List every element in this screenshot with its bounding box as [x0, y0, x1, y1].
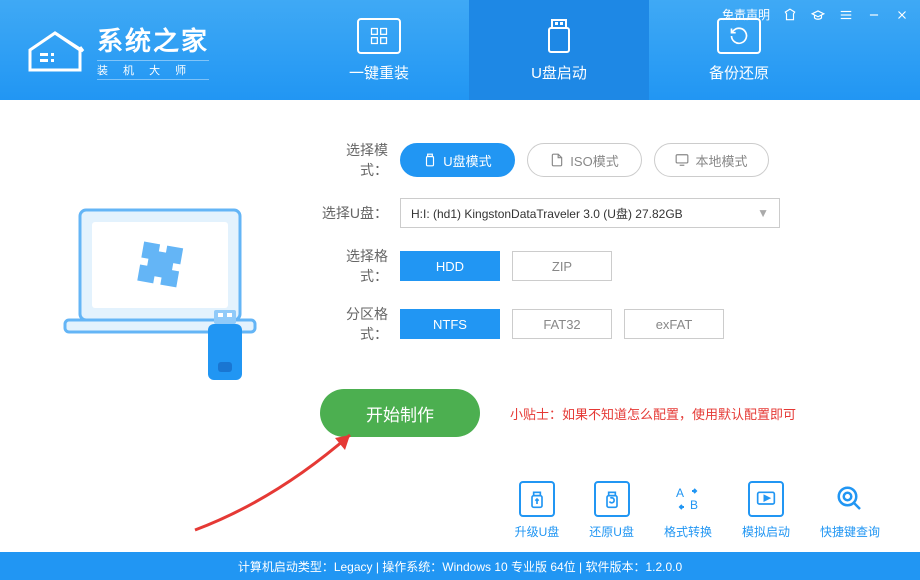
tab-label: U盘启动: [531, 62, 587, 83]
tool-label: 模拟启动: [742, 523, 790, 540]
main-content: 选择模式： U盘模式 ISO模式 本地模式 选择U盘： H:I:: [0, 100, 920, 447]
mode-label-text: ISO模式: [570, 151, 618, 170]
mode-label-text: 本地模式: [695, 151, 747, 170]
tool-label: 快捷键查询: [820, 523, 880, 540]
bottom-tools: 升级U盘 还原U盘 AB 格式转换 模拟启动 快捷键查询: [515, 481, 880, 540]
mode-local-button[interactable]: 本地模式: [654, 143, 769, 177]
tool-label: 格式转换: [664, 523, 712, 540]
search-icon: [832, 481, 868, 517]
tool-restore-usb[interactable]: 还原U盘: [589, 481, 634, 540]
logo: 系统之家 装 机 大 师: [25, 21, 209, 80]
minimize-icon[interactable]: [866, 7, 882, 23]
tool-upgrade-usb[interactable]: 升级U盘: [515, 481, 560, 540]
monitor-icon: [675, 153, 689, 167]
mode-iso-button[interactable]: ISO模式: [527, 143, 642, 177]
logo-title: 系统之家: [97, 21, 209, 58]
format-row: 选择格式： HDD ZIP: [320, 246, 860, 286]
action-row: 开始制作 小贴士：如果不知道怎么配置，使用默认配置即可: [320, 389, 860, 437]
logo-subtitle: 装 机 大 师: [97, 60, 209, 80]
window-controls: 免责声明: [722, 6, 910, 23]
usb-icon: [423, 153, 437, 167]
file-icon: [550, 153, 564, 167]
monitor-icon: [357, 18, 401, 54]
usb-select[interactable]: H:I: (hd1) KingstonDataTraveler 3.0 (U盘)…: [400, 198, 780, 228]
tab-label: 一键重装: [349, 62, 409, 83]
usb-drive-icon: [537, 18, 581, 54]
usb-label: 选择U盘：: [320, 203, 400, 223]
arrow-annotation: [175, 420, 375, 540]
convert-icon: AB: [670, 481, 706, 517]
partition-fat32-button[interactable]: FAT32: [512, 309, 612, 339]
partition-exfat-button[interactable]: exFAT: [624, 309, 724, 339]
menu-icon[interactable]: [838, 7, 854, 23]
usb-restore-icon: [594, 481, 630, 517]
logo-icon: [25, 25, 85, 75]
start-button[interactable]: 开始制作: [320, 389, 480, 437]
format-hdd-button[interactable]: HDD: [400, 251, 500, 281]
format-zip-button[interactable]: ZIP: [512, 251, 612, 281]
partition-row: 分区格式： NTFS FAT32 exFAT: [320, 304, 860, 344]
mode-label: 选择模式：: [320, 140, 400, 180]
tool-format-convert[interactable]: AB 格式转换: [664, 481, 712, 540]
tool-simulate-boot[interactable]: 模拟启动: [742, 481, 790, 540]
chevron-down-icon: ▼: [757, 206, 769, 220]
tool-label: 还原U盘: [589, 523, 634, 540]
tool-hotkey-lookup[interactable]: 快捷键查询: [820, 481, 880, 540]
laptop-usb-illustration: [60, 190, 270, 390]
form-area: 选择模式： U盘模式 ISO模式 本地模式 选择U盘： H:I:: [320, 140, 860, 437]
skin-icon[interactable]: [782, 7, 798, 23]
tip-text: 小贴士：如果不知道怎么配置，使用默认配置即可: [510, 404, 796, 423]
hat-icon[interactable]: [810, 7, 826, 23]
partition-label: 分区格式：: [320, 304, 400, 344]
usb-select-row: 选择U盘： H:I: (hd1) KingstonDataTraveler 3.…: [320, 198, 860, 228]
tab-reinstall[interactable]: 一键重装: [289, 0, 469, 100]
mode-row: 选择模式： U盘模式 ISO模式 本地模式: [320, 140, 860, 180]
usb-selected-value: H:I: (hd1) KingstonDataTraveler 3.0 (U盘)…: [411, 205, 683, 222]
tab-usb-boot[interactable]: U盘启动: [469, 0, 649, 100]
tool-label: 升级U盘: [515, 523, 560, 540]
usb-up-icon: [519, 481, 555, 517]
monitor-play-icon: [748, 481, 784, 517]
mode-label-text: U盘模式: [443, 151, 491, 170]
close-icon[interactable]: [894, 7, 910, 23]
partition-ntfs-button[interactable]: NTFS: [400, 309, 500, 339]
header: 免责声明 系统之家 装 机 大 师 一键重装: [0, 0, 920, 100]
svg-text:A: A: [676, 486, 684, 500]
format-label: 选择格式：: [320, 246, 400, 286]
disclaimer-link[interactable]: 免责声明: [722, 6, 770, 23]
mode-usb-button[interactable]: U盘模式: [400, 143, 515, 177]
tab-label: 备份还原: [709, 62, 769, 83]
status-bar: 计算机启动类型：Legacy | 操作系统：Windows 10 专业版 64位…: [0, 552, 920, 580]
svg-text:B: B: [690, 498, 698, 512]
